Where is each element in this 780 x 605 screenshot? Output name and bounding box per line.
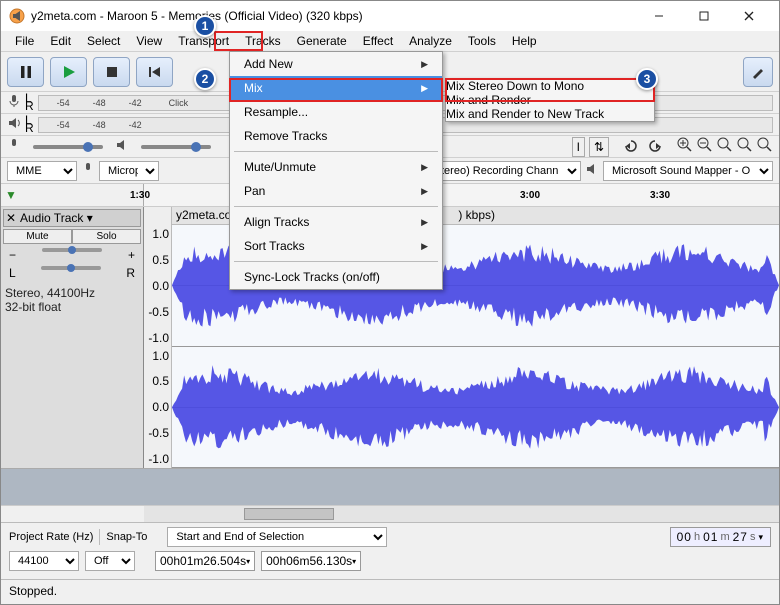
fit-selection-button[interactable] xyxy=(717,137,733,156)
play-button[interactable] xyxy=(50,57,87,87)
amplitude-scale: 1.00.50.0-0.5-1.0 1.00.50.0-0.5-1.0 xyxy=(144,207,172,468)
speaker-icon xyxy=(7,116,21,133)
solo-button[interactable]: Solo xyxy=(72,229,141,244)
track-close-button[interactable]: ✕ xyxy=(4,211,18,225)
host-select[interactable]: MME xyxy=(7,161,77,181)
menu-add-new[interactable]: Add New▶ xyxy=(230,52,442,76)
skip-start-button[interactable] xyxy=(136,57,173,87)
menu-pan[interactable]: Pan▶ xyxy=(230,179,442,203)
menu-tracks[interactable]: Tracks xyxy=(237,32,289,50)
snap-to-label: Snap-To xyxy=(106,531,147,543)
fit-project-button[interactable] xyxy=(737,137,753,156)
menu-select[interactable]: Select xyxy=(79,32,128,50)
track-header: ✕ Audio Track ▾ xyxy=(3,209,141,227)
cursor-tool-icon[interactable]: I xyxy=(572,137,585,157)
mute-button[interactable]: Mute xyxy=(3,229,72,244)
waveform-right-channel[interactable] xyxy=(172,347,779,469)
menu-mix[interactable]: Mix▶ xyxy=(230,76,442,100)
record-channels-select[interactable]: (Stereo) Recording Chann xyxy=(421,161,581,181)
speaker-device-icon xyxy=(585,162,599,179)
selection-format-select[interactable]: Start and End of Selection xyxy=(167,527,387,547)
menu-generate[interactable]: Generate xyxy=(289,32,355,50)
status-bar: Stopped. xyxy=(1,579,779,601)
menu-align-tracks[interactable]: Align Tracks▶ xyxy=(230,210,442,234)
empty-track-area[interactable] xyxy=(1,469,779,505)
menu-bar: File Edit Select View Transport Tracks G… xyxy=(1,31,779,51)
menu-tools[interactable]: Tools xyxy=(460,32,504,50)
maximize-button[interactable] xyxy=(681,2,726,30)
tracks-dropdown-menu: Add New▶ Mix▶ Resample... Remove Tracks … xyxy=(229,51,443,290)
menu-mix-and-render[interactable]: Mix and Render xyxy=(446,93,654,107)
app-icon xyxy=(9,8,25,24)
audio-position-display: 00h 01m 27s▾ xyxy=(670,527,771,547)
track-format-info: Stereo, 44100Hz 32-bit float xyxy=(3,286,141,314)
menu-resample[interactable]: Resample... xyxy=(230,100,442,124)
menu-mix-and-render-new[interactable]: Mix and Render to New Track xyxy=(446,107,654,121)
mic-device-icon xyxy=(81,162,95,179)
step-badge-3: 3 xyxy=(636,68,658,90)
menu-view[interactable]: View xyxy=(128,32,170,50)
playback-gain-slider[interactable] xyxy=(141,145,211,149)
title-bar: y2meta.com - Maroon 5 - Memories (Offici… xyxy=(1,1,779,31)
menu-effect[interactable]: Effect xyxy=(355,32,401,50)
track-control-panel: ✕ Audio Track ▾ Mute Solo − + L R Stereo… xyxy=(1,207,144,468)
project-rate-select[interactable]: 44100 xyxy=(9,551,79,571)
draw-tool-button[interactable] xyxy=(743,57,773,87)
close-button[interactable] xyxy=(726,2,771,30)
selection-toolbar: Project Rate (Hz) Snap-To Start and End … xyxy=(1,522,779,579)
mic-gain-icon xyxy=(7,138,21,155)
zoom-out-button[interactable] xyxy=(697,137,713,156)
stop-button[interactable] xyxy=(93,57,130,87)
zoom-in-button[interactable] xyxy=(677,137,693,156)
undo-button[interactable] xyxy=(623,138,641,155)
pin-icon[interactable]: ▼ xyxy=(5,188,17,202)
speaker-gain-icon xyxy=(115,138,129,155)
timeline-controls: ▼ xyxy=(1,184,144,206)
menu-remove-tracks[interactable]: Remove Tracks xyxy=(230,124,442,148)
gain-slider[interactable] xyxy=(42,248,102,252)
mix-submenu: Mix Stereo Down to Mono Mix and Render M… xyxy=(445,78,655,122)
selection-end-input[interactable]: 00h06m56.130s▾ xyxy=(261,551,361,571)
pan-slider[interactable] xyxy=(41,266,101,270)
scrollbar-thumb[interactable] xyxy=(244,508,334,520)
status-text: Stopped. xyxy=(9,584,57,598)
selection-start-input[interactable]: 00h01m26.504s▾ xyxy=(155,551,255,571)
track-dropdown[interactable]: Audio Track ▾ xyxy=(18,210,140,226)
mic-icon xyxy=(7,94,21,111)
envelope-tool-icon[interactable]: ⇅ xyxy=(589,137,609,157)
menu-analyze[interactable]: Analyze xyxy=(401,32,460,50)
snap-to-select[interactable]: Off xyxy=(85,551,135,571)
menu-mix-stereo-to-mono[interactable]: Mix Stereo Down to Mono xyxy=(446,79,654,93)
menu-sync-lock[interactable]: Sync-Lock Tracks (on/off) xyxy=(230,265,442,289)
horizontal-scrollbar xyxy=(1,505,779,522)
redo-button[interactable] xyxy=(645,138,663,155)
minimize-button[interactable] xyxy=(636,2,681,30)
menu-file[interactable]: File xyxy=(7,32,42,50)
window-title: y2meta.com - Maroon 5 - Memories (Offici… xyxy=(31,9,636,23)
pause-button[interactable] xyxy=(7,57,44,87)
record-device-select[interactable]: Microph xyxy=(99,161,159,181)
playback-device-select[interactable]: Microsoft Sound Mapper - O xyxy=(603,161,773,181)
step-badge-1: 1 xyxy=(194,15,216,37)
menu-help[interactable]: Help xyxy=(504,32,545,50)
record-gain-slider[interactable] xyxy=(33,145,103,149)
scrollbar-track[interactable] xyxy=(144,506,779,522)
meter-r-label: R xyxy=(25,99,34,113)
zoom-toggle-button[interactable] xyxy=(757,137,773,156)
step-badge-2: 2 xyxy=(194,68,216,90)
menu-sort-tracks[interactable]: Sort Tracks▶ xyxy=(230,234,442,258)
project-rate-label: Project Rate (Hz) xyxy=(9,531,93,543)
menu-edit[interactable]: Edit xyxy=(42,32,79,50)
menu-mute-unmute[interactable]: Mute/Unmute▶ xyxy=(230,155,442,179)
